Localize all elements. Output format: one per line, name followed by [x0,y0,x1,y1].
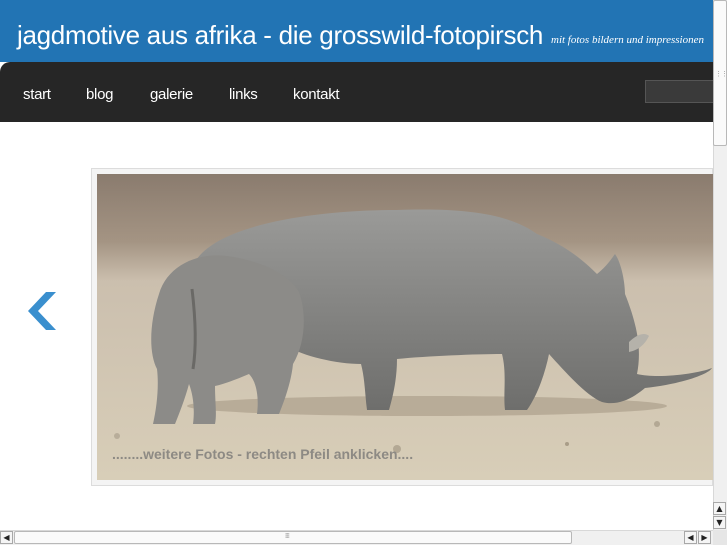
nav-item-links[interactable]: links [229,86,258,103]
site-title[interactable]: jagdmotive aus afrika - die grosswild-fo… [17,20,543,51]
nav-item-kontakt[interactable]: kontakt [293,86,340,103]
scroll-down-button[interactable]: ▼ [713,516,726,529]
nav-item-start[interactable]: start [23,86,51,103]
nav-item-blog[interactable]: blog [86,86,113,103]
site-header: jagdmotive aus afrika - die grosswild-fo… [0,0,713,62]
scrollbar-corner [713,530,727,545]
scroll-grip: ⁞⁞⁞⁞ [285,532,290,540]
scroll-up-button[interactable]: ▲ [713,502,726,515]
scroll-left-button[interactable]: ◀ [0,531,13,544]
horizontal-scroll-thumb[interactable] [14,531,572,544]
scroll-right-button[interactable]: ▶ [698,531,711,544]
main-navigation: start blog galerie links kontakt [0,62,713,122]
nav-item-galerie[interactable]: galerie [150,86,193,103]
scroll-left-button[interactable]: ◀ [684,531,697,544]
slide-caption: ........weitere Fotos - rechten Pfeil an… [112,446,414,462]
site-tagline: mit fotos bildern und impressionen [551,34,704,46]
chevron-left-icon[interactable] [24,290,64,332]
scroll-grip: ⋮⋮ [715,70,727,78]
rhino-photo[interactable] [97,174,713,480]
search-input[interactable] [645,80,713,103]
